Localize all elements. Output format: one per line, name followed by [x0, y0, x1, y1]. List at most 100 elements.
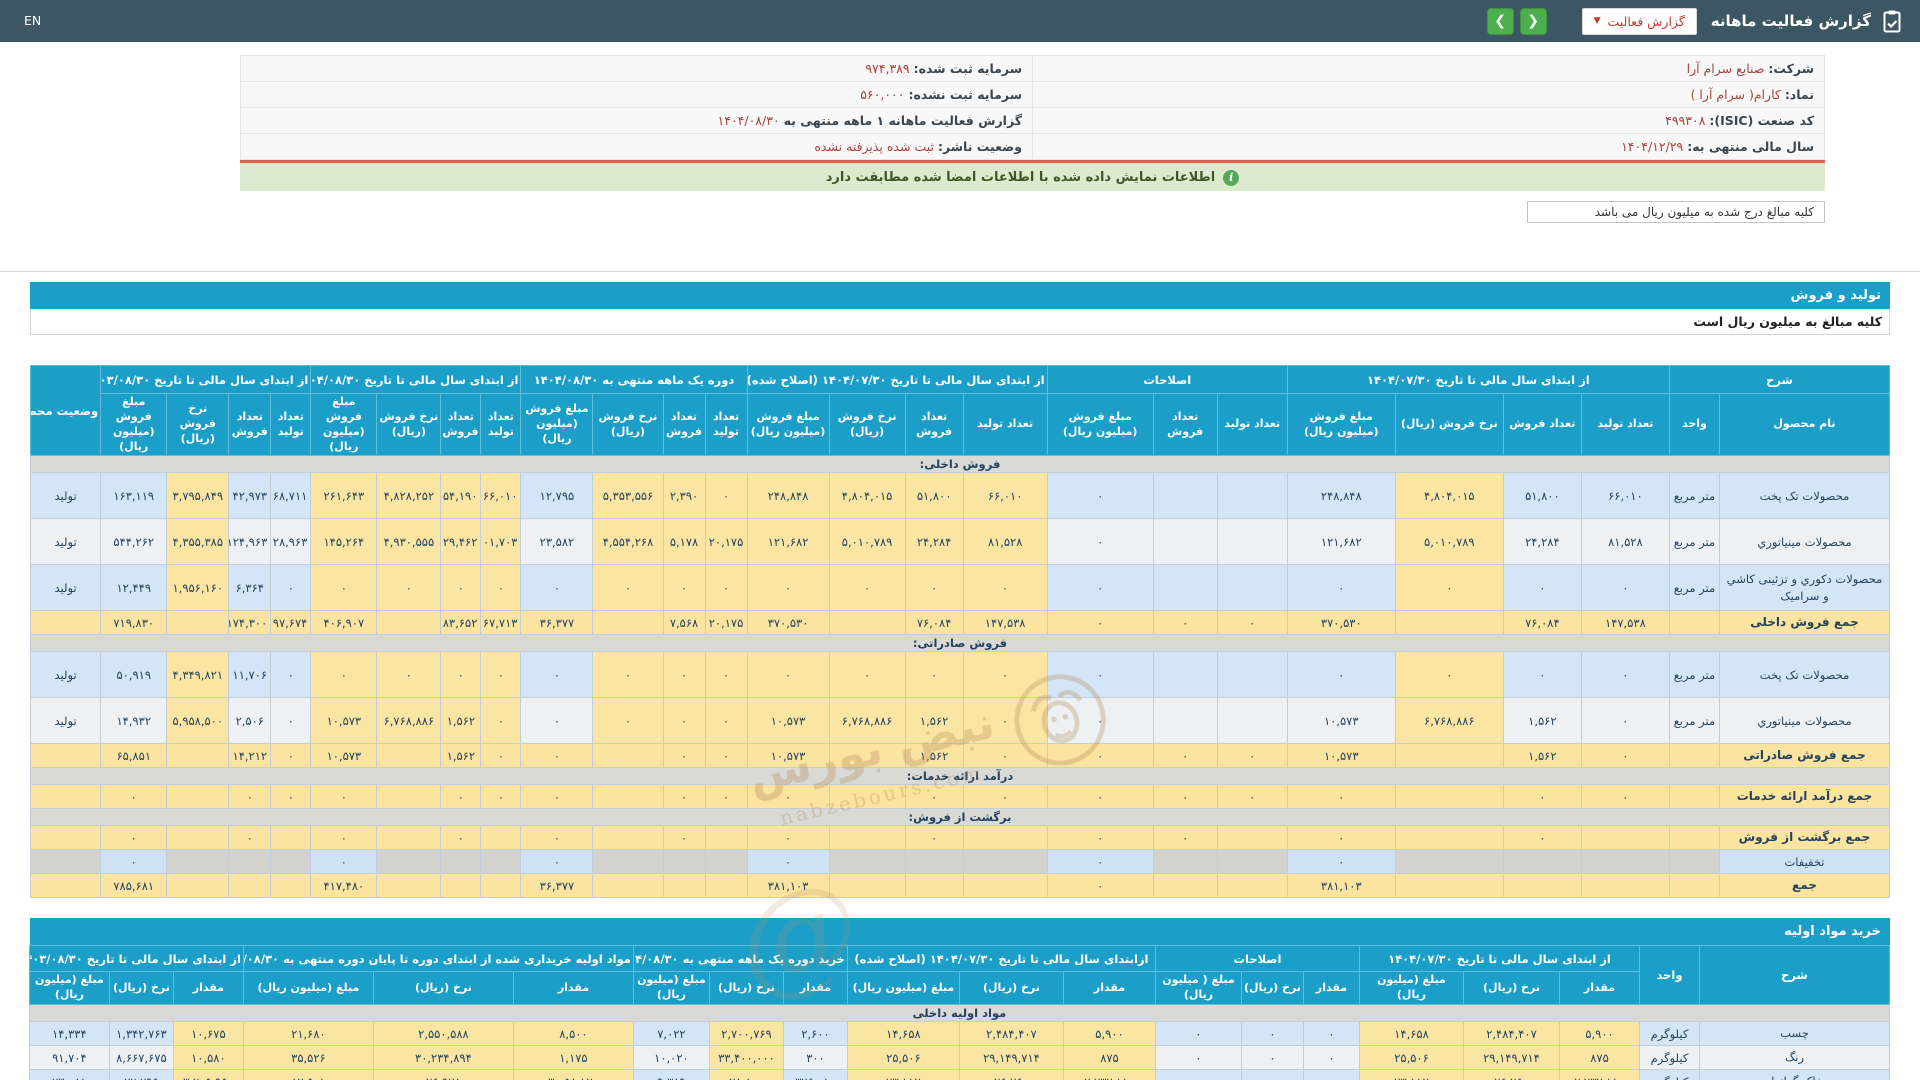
cell: جمع — [1718, 873, 1891, 899]
cell: ۰ — [1286, 825, 1396, 851]
cell: ۰ — [100, 784, 168, 810]
cell — [1394, 873, 1504, 899]
previous-report-button[interactable]: ❯ — [1486, 7, 1514, 35]
report-type-dropdown[interactable]: گزارش فعالیت ▼ — [1581, 7, 1697, 35]
cell: ۰ — [1580, 651, 1670, 699]
cell: ۰ — [1154, 1021, 1242, 1047]
cell — [962, 825, 1048, 851]
cell: جمع فروش صادراتی — [1718, 743, 1891, 769]
cell: ۱۴۷,۵۳۸ — [1580, 610, 1670, 636]
column-group-header: خرید دوره یک ماهه منتهی به ۱۴۰۴/۰۸/۳۰ — [632, 945, 848, 973]
cell — [1216, 472, 1288, 520]
page-title: گزارش فعالیت ماهانه — [1710, 12, 1871, 30]
cell: ۰ — [310, 849, 378, 875]
cell: ۱۰,۵۸۰ — [172, 1045, 244, 1071]
next-report-button[interactable]: ❮ — [1519, 7, 1547, 35]
cell: ۰ — [376, 651, 442, 699]
data-row: محصولات تک پخت متر مربع ۰ ۰ ۰ ۰ ۰ ۰ ۰ ۰ ۰ ۰ ۰ ۰ ۰ ۰ ۰ ۰ ۰ ۰… — [29, 651, 1891, 699]
cell — [228, 873, 272, 899]
info-value: ۹۷۴,۳۸۹ — [865, 61, 910, 76]
cell: ۳,۲۰۵,۹۵۰ — [172, 1069, 244, 1080]
cell: خاک گرانول — [1699, 1069, 1890, 1080]
section-unit-subtitle: کلیه مبالغ به میلیون ریال است — [30, 309, 1890, 335]
cell: ۴,۹۳۰,۵۵۵ — [376, 518, 442, 566]
cell: ۵,۹۰۰ — [1062, 1021, 1156, 1047]
cell: ۴۱۷,۴۸۰ — [310, 873, 378, 899]
cell: ۰ — [270, 784, 312, 810]
cell — [704, 825, 748, 851]
data-row: محصولات تک پخت متر مربع ۶۶,۰۱۰ ۵۱,۸۰۰ ۴,۸۰۴,… — [29, 472, 1891, 520]
cell — [1152, 849, 1218, 875]
report-nav: ❮ ❯ — [1486, 7, 1547, 35]
section-row: مواد اولیه داخلی — [28, 1004, 1891, 1023]
cell: ۰ — [1216, 610, 1288, 636]
cell: ۶,۷۶۸,۸۸۶ — [1394, 697, 1504, 745]
cell: ۰ — [828, 564, 906, 612]
cell — [962, 873, 1048, 899]
cell — [1394, 825, 1504, 851]
cell: ۱۴,۳۳۴ — [28, 1021, 110, 1047]
cell — [828, 610, 906, 636]
cell: ۰ — [270, 651, 312, 699]
cell: ۲,۳۹۰ — [662, 472, 706, 520]
cell: ۰ — [1302, 1045, 1360, 1071]
cell: ۰ — [662, 825, 706, 851]
column-header: نام محصول — [1718, 392, 1891, 457]
language-switch-en[interactable]: EN — [24, 13, 41, 28]
info-label: سال مالی منتهی به: — [1687, 139, 1814, 154]
cell: ۰ — [904, 651, 964, 699]
column-header: مقدار — [1062, 971, 1156, 1006]
cell: ۱۰,۵۷۳ — [310, 697, 378, 745]
cell: ۰ — [1046, 849, 1154, 875]
cell: محصولات مینیاتوري — [1718, 697, 1891, 745]
cell — [166, 825, 230, 851]
cell: ۵۱,۸۰۰ — [1502, 472, 1582, 520]
cell: ۰ — [310, 651, 378, 699]
cell: چسب — [1699, 1021, 1890, 1047]
cell: ۱,۵۶۲ — [1502, 697, 1582, 745]
cell: ۴,۸۲۸,۲۵۲ — [376, 472, 442, 520]
cell — [376, 849, 442, 875]
cell: ۲,۴۸۴,۴۰۷ — [1463, 1021, 1560, 1047]
column-header: نرخ (ریال) — [1463, 971, 1560, 1006]
cell — [376, 784, 442, 810]
column-header: مقدار — [1302, 971, 1360, 1006]
cell: ۲۱,۶۸۰ — [242, 1021, 374, 1047]
column-header: نرخ فروش (ریال) — [592, 392, 664, 457]
cell: ۰ — [480, 564, 522, 612]
total-row: جمع درآمد ارائه خدمات ۰ ۰ ۰ ۰ ۰ ۰ ۰ ۰ ۰ ۰ ۰ ۰ ۰ ۰ ۰ ۰ ۰ ۰ — [29, 784, 1891, 810]
cell — [29, 873, 102, 899]
total-row: جمع برگشت از فروش ۰ ۰ ۰ ۰ ۰ ۰ ۰ ۰ ۰ ۰ ۰ ۰ — [29, 825, 1891, 851]
cell — [376, 825, 442, 851]
report-table: شرح از ابتدای سال مالی تا تاریخ ۱۴۰۴/۰۷/۳… — [29, 364, 1891, 899]
cell: ۵,۳۵۳,۵۵۶ — [592, 472, 664, 520]
cell: ۸۲,۵۰۱ — [242, 1069, 374, 1080]
chevron-down-icon: ▼ — [1593, 16, 1601, 26]
cell: ۰ — [746, 849, 830, 875]
company-info-panel: شرکت: صنایع سرام آرا سرمایه ثبت شده: ۹۷۴… — [240, 55, 1825, 191]
cell — [828, 743, 906, 769]
cell: رنگ — [1699, 1045, 1890, 1071]
cell: ۰ — [310, 784, 378, 810]
clipboard-report-icon — [1880, 9, 1904, 33]
cell — [166, 743, 230, 769]
cell: ۱,۵۶۲ — [904, 697, 964, 745]
cell — [1152, 472, 1218, 520]
cell: ۷,۰۲۲ — [632, 1021, 710, 1047]
column-header: مبلغ فروش (میلیون ریال) — [520, 392, 594, 457]
cell: ۰ — [1046, 564, 1154, 612]
column-header: مبلغ فروش (میلیون ریال) — [1286, 392, 1396, 457]
cell: ۴۰۶,۹۰۷ — [310, 610, 378, 636]
cell: ۰ — [100, 849, 168, 875]
info-value: کارام( سرام آرا ) — [1690, 87, 1781, 102]
cell: ۱۴,۹۳۲ — [100, 697, 168, 745]
cell: محصولات دکوري و تزئینی کاشي و سرامیک — [1718, 564, 1891, 612]
cell: ۲۶,۹۷۸ — [372, 1069, 514, 1080]
column-header: تعداد تولید — [704, 392, 748, 457]
cell: متر مربع — [1668, 651, 1720, 699]
column-group-header: وضعیت محصول-واحد — [29, 364, 102, 457]
cell: ۳۳,۴۰۰,۰۰۰ — [708, 1045, 784, 1071]
cell: ۰ — [746, 651, 830, 699]
cell: ۰ — [1580, 564, 1670, 612]
cell: ۱۴,۶۵۸ — [1358, 1021, 1465, 1047]
